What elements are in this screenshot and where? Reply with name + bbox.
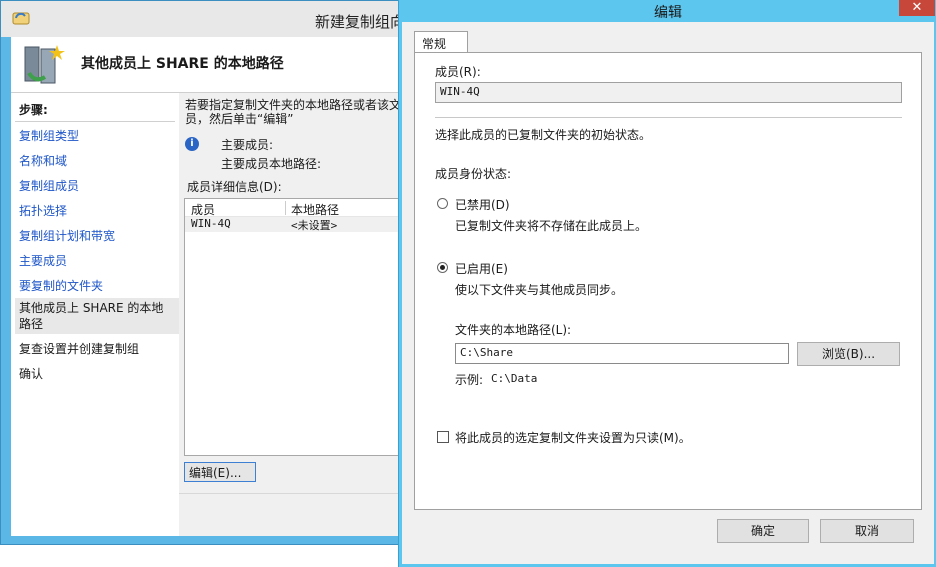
disabled-description: 已复制文件夹将不存储在此成员上。 bbox=[455, 219, 648, 233]
tab-general[interactable]: 常规 bbox=[414, 31, 468, 53]
initial-state-text: 选择此成员的已复制文件夹的初始状态。 bbox=[435, 128, 652, 142]
table-row[interactable]: WIN-4Q <未设置> bbox=[185, 217, 413, 232]
ok-button[interactable]: 确定 bbox=[717, 519, 809, 543]
step-folders-to-replicate[interactable]: 要复制的文件夹 bbox=[15, 276, 179, 296]
local-path-label: 文件夹的本地路径(L): bbox=[455, 323, 572, 337]
local-path-input[interactable]: C:\Share bbox=[455, 343, 789, 364]
member-details-label: 成员详细信息(D): bbox=[187, 180, 282, 194]
membership-status-label: 成员身份状态: bbox=[435, 167, 512, 181]
example-label: 示例: bbox=[455, 373, 484, 387]
step-replication-group-type[interactable]: 复制组类型 bbox=[15, 126, 179, 146]
readonly-checkbox-label[interactable]: 将此成员的选定复制文件夹设置为只读(M)。 bbox=[455, 429, 691, 446]
disabled-radio[interactable] bbox=[437, 198, 448, 209]
dialog-title: 编辑 bbox=[654, 5, 682, 21]
divider bbox=[435, 117, 902, 118]
column-separator[interactable] bbox=[285, 201, 286, 215]
browse-button[interactable]: 浏览(B)... bbox=[797, 342, 900, 366]
wizard-page-title: 其他成员上 SHARE 的本地路径 bbox=[81, 56, 284, 72]
steps-heading: 步骤: bbox=[19, 103, 48, 117]
step-confirmation: 确认 bbox=[19, 367, 44, 381]
row-local-path: <未设置> bbox=[291, 219, 338, 232]
info-icon: i bbox=[185, 137, 199, 151]
member-details-list[interactable]: 成员 本地路径 WIN-4Q <未设置> bbox=[184, 198, 414, 456]
readonly-checkbox[interactable] bbox=[437, 431, 449, 443]
step-group-members[interactable]: 复制组成员 bbox=[15, 176, 179, 196]
steps-panel: 步骤: 复制组类型 名称和域 复制组成员 拓扑选择 复制组计划和带宽 主要成员 … bbox=[11, 93, 179, 536]
step-review-create: 复查设置并创建复制组 bbox=[19, 342, 140, 356]
row-member: WIN-4Q bbox=[191, 217, 231, 230]
wizard-titlebar[interactable]: 新建复制组向 bbox=[1, 1, 405, 37]
step-primary-member[interactable]: 主要成员 bbox=[15, 251, 179, 271]
replication-app-icon bbox=[12, 12, 30, 25]
wizard-header: 其他成员上 SHARE 的本地路径 bbox=[11, 37, 403, 93]
step-topology[interactable]: 拓扑选择 bbox=[15, 201, 179, 221]
step-name-and-domain[interactable]: 名称和域 bbox=[15, 151, 179, 171]
step-local-path-current: 其他成员上 SHARE 的本地路径 bbox=[15, 298, 179, 334]
close-icon[interactable]: ✕ bbox=[899, 0, 935, 16]
step-schedule-bandwidth[interactable]: 复制组计划和带宽 bbox=[15, 226, 179, 246]
content-footer-divider bbox=[179, 493, 403, 494]
example-value: C:\Data bbox=[491, 372, 538, 385]
server-replication-icon bbox=[24, 45, 65, 84]
primary-member-path-label: 主要成员本地路径: bbox=[221, 157, 322, 171]
intro-text: 若要指定复制文件夹的本地路径或者该文 成员，然后单击“编辑” bbox=[185, 98, 417, 126]
member-label: 成员(R): bbox=[435, 65, 481, 79]
edit-dialog: 编辑 ✕ 常规 成员(R): WIN-4Q 选择此成员的已复制文件夹的初始状态。… bbox=[398, 0, 936, 567]
steps-divider bbox=[15, 121, 175, 122]
primary-member-label: 主要成员: bbox=[221, 138, 274, 152]
general-tab-panel: 成员(R): WIN-4Q 选择此成员的已复制文件夹的初始状态。 成员身份状态:… bbox=[414, 52, 922, 510]
enabled-option-label[interactable]: 已启用(E) bbox=[455, 260, 508, 277]
wizard-window: 新建复制组向 其他成员上 SHARE 的本地路径 步骤: 复制组类型 名称和域 … bbox=[0, 0, 417, 545]
dialog-body: 常规 成员(R): WIN-4Q 选择此成员的已复制文件夹的初始状态。 成员身份… bbox=[402, 22, 934, 564]
edit-button[interactable]: 编辑(E)... bbox=[184, 462, 256, 482]
cancel-button[interactable]: 取消 bbox=[820, 519, 914, 543]
enabled-description: 使以下文件夹与其他成员同步。 bbox=[455, 283, 624, 297]
disabled-option-label[interactable]: 已禁用(D) bbox=[455, 196, 510, 213]
wizard-title: 新建复制组向 bbox=[315, 13, 406, 31]
wizard-content: 若要指定复制文件夹的本地路径或者该文 成员，然后单击“编辑” i 主要成员: 主… bbox=[179, 93, 417, 536]
member-field: WIN-4Q bbox=[435, 82, 902, 103]
enabled-radio[interactable] bbox=[437, 262, 448, 273]
